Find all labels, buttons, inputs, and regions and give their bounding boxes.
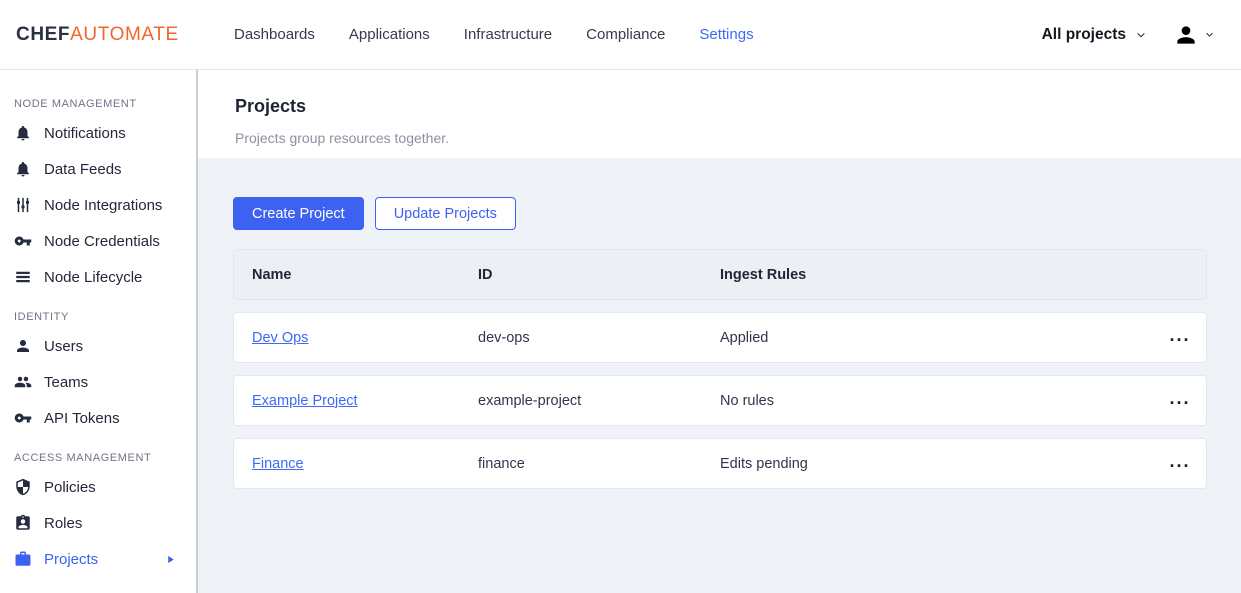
main-content: Projects Projects group resources togeth… [198, 70, 1241, 593]
bell-icon [14, 160, 32, 178]
sidebar-item-api-tokens[interactable]: API Tokens [0, 400, 196, 436]
sidebar-item-node-credentials[interactable]: Node Credentials [0, 223, 196, 259]
chevron-down-icon [1135, 29, 1147, 41]
project-id: dev-ops [478, 330, 720, 346]
shield-icon [14, 478, 32, 496]
nav-item-applications[interactable]: Applications [349, 26, 430, 43]
column-header-id: ID [478, 267, 720, 283]
ellipsis-icon: ... [1169, 326, 1190, 344]
sidebar-item-label: Data Feeds [44, 161, 122, 178]
sidebar-section-identity: IDENTITY [14, 311, 196, 323]
logo-chef-text: CHEF [16, 24, 70, 45]
bell-icon [14, 124, 32, 142]
project-id: finance [478, 456, 720, 472]
ingest-rules-status: No rules [720, 393, 1154, 409]
table-row: Dev Ops dev-ops Applied ... [233, 312, 1207, 363]
settings-sidebar: NODE MANAGEMENT Notifications Data Feeds… [0, 70, 198, 593]
page-title: Projects [235, 96, 1241, 117]
ingest-rules-status: Edits pending [720, 456, 1154, 472]
projects-table: Name ID Ingest Rules Dev Ops dev-ops App… [233, 249, 1207, 489]
project-link-finance[interactable]: Finance [252, 456, 304, 472]
sidebar-item-label: Teams [44, 374, 88, 391]
ellipsis-icon: ... [1169, 452, 1190, 470]
logo-automate-text: AUTOMATE [70, 24, 179, 45]
sidebar-item-label: Users [44, 338, 83, 355]
project-link-example-project[interactable]: Example Project [252, 393, 358, 409]
page-subtitle: Projects group resources together. [235, 130, 1241, 146]
sidebar-item-label: API Tokens [44, 410, 120, 427]
app-shell: NODE MANAGEMENT Notifications Data Feeds… [0, 70, 1241, 593]
main-nav: Dashboards Applications Infrastructure C… [234, 26, 754, 43]
sidebar-item-projects[interactable]: Projects [0, 541, 196, 577]
row-menu-button[interactable]: ... [1154, 439, 1206, 488]
arrow-right-icon[interactable] [165, 554, 176, 565]
sidebar-item-data-feeds[interactable]: Data Feeds [0, 151, 196, 187]
project-link-dev-ops[interactable]: Dev Ops [252, 330, 308, 346]
row-menu-button[interactable]: ... [1154, 376, 1206, 425]
briefcase-icon [14, 550, 32, 568]
sidebar-item-label: Roles [44, 515, 82, 532]
nav-item-compliance[interactable]: Compliance [586, 26, 665, 43]
badge-icon [14, 514, 32, 532]
sidebar-item-policies[interactable]: Policies [0, 469, 196, 505]
ellipsis-icon: ... [1169, 389, 1190, 407]
projects-panel: Create Project Update Projects Name ID I… [198, 158, 1241, 489]
update-projects-button[interactable]: Update Projects [375, 197, 516, 230]
chevron-down-icon [1204, 29, 1215, 40]
table-row: Finance finance Edits pending ... [233, 438, 1207, 489]
sidebar-item-teams[interactable]: Teams [0, 364, 196, 400]
sidebar-item-users[interactable]: Users [0, 328, 196, 364]
sidebar-item-label: Projects [44, 551, 98, 568]
sidebar-item-node-integrations[interactable]: Node Integrations [0, 187, 196, 223]
ingest-rules-status: Applied [720, 330, 1154, 346]
row-menu-button[interactable]: ... [1154, 313, 1206, 362]
table-row: Example Project example-project No rules… [233, 375, 1207, 426]
sidebar-item-label: Policies [44, 479, 96, 496]
nav-item-infrastructure[interactable]: Infrastructure [464, 26, 552, 43]
sliders-icon [14, 196, 32, 214]
navbar-right: All projects [1042, 22, 1215, 48]
projects-filter-dropdown[interactable]: All projects [1042, 26, 1147, 44]
key-icon [14, 409, 32, 427]
column-header-ingest-rules: Ingest Rules [720, 267, 1206, 283]
person-icon [14, 337, 32, 355]
sidebar-item-label: Node Integrations [44, 197, 162, 214]
project-actions: Create Project Update Projects [233, 197, 1207, 230]
nav-item-settings[interactable]: Settings [699, 26, 753, 43]
column-header-name: Name [234, 267, 478, 283]
people-icon [14, 373, 32, 391]
sidebar-item-label: Node Lifecycle [44, 269, 142, 286]
key-icon [14, 232, 32, 250]
sidebar-section-access-management: ACCESS MANAGEMENT [14, 452, 196, 464]
project-id: example-project [478, 393, 720, 409]
chef-automate-logo[interactable]: CHEFAUTOMATE [16, 24, 198, 46]
page-header: Projects Projects group resources togeth… [198, 70, 1241, 158]
user-avatar-icon [1173, 22, 1199, 48]
sidebar-item-node-lifecycle[interactable]: Node Lifecycle [0, 259, 196, 295]
sidebar-item-roles[interactable]: Roles [0, 505, 196, 541]
top-navbar: CHEFAUTOMATE Dashboards Applications Inf… [0, 0, 1241, 70]
sidebar-item-label: Node Credentials [44, 233, 160, 250]
sidebar-section-node-management: NODE MANAGEMENT [14, 98, 196, 110]
nav-item-dashboards[interactable]: Dashboards [234, 26, 315, 43]
sidebar-item-notifications[interactable]: Notifications [0, 115, 196, 151]
create-project-button[interactable]: Create Project [233, 197, 364, 230]
projects-filter-label: All projects [1042, 26, 1126, 44]
projects-table-header: Name ID Ingest Rules [233, 249, 1207, 300]
user-menu[interactable] [1173, 22, 1215, 48]
sidebar-item-label: Notifications [44, 125, 126, 142]
list-icon [14, 268, 32, 286]
